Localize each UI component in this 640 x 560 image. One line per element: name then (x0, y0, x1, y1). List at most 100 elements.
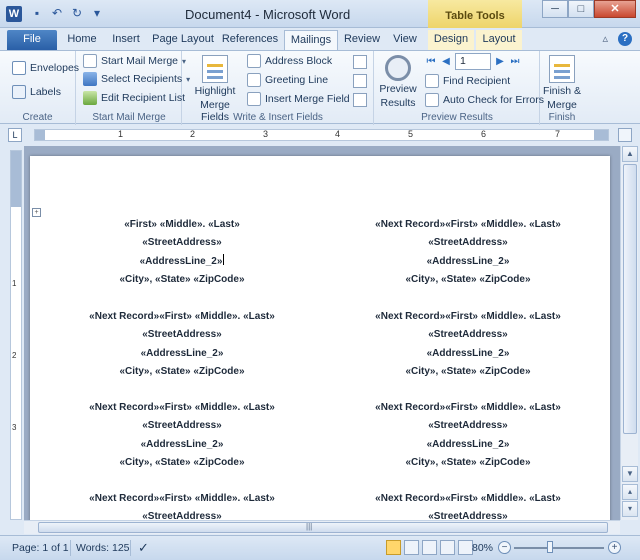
horizontal-scrollbar[interactable]: ||| (24, 520, 620, 534)
ruler-bar[interactable]: 1 2 3 4 5 6 7 (34, 129, 609, 141)
zoom-slider-thumb[interactable] (547, 541, 553, 553)
vertical-scroll-thumb[interactable] (623, 164, 637, 434)
next-page-icon[interactable]: ▾ (622, 501, 638, 517)
ruler-number: 2 (190, 129, 196, 139)
previous-page-icon[interactable]: ▴ (622, 484, 638, 500)
preview-results-button[interactable]: Preview Results (378, 55, 418, 109)
recipients-icon (83, 72, 97, 86)
document-page[interactable]: + «First» «Middle». «Last» «StreetAddres… (30, 156, 610, 520)
select-recipients-button[interactable]: Select Recipients ▾ (83, 72, 190, 86)
scroll-up-icon[interactable]: ▲ (622, 146, 638, 162)
tab-selector[interactable]: L (8, 128, 22, 142)
auto-check-errors-button[interactable]: Auto Check for Errors (425, 93, 544, 107)
address-block-button[interactable]: Address Block (247, 54, 332, 68)
draft-view-icon[interactable] (458, 540, 473, 555)
label-cell[interactable]: «Next Record»«First» «Middle». «Last» «S… (338, 490, 598, 520)
zoom-in-button[interactable]: + (608, 541, 621, 554)
zoom-level[interactable]: 80% (472, 542, 493, 554)
match-fields-icon[interactable] (353, 74, 367, 88)
vertical-ruler-number: 1 (12, 279, 17, 288)
first-record-icon[interactable]: ⏮ (425, 55, 437, 69)
word-app-icon[interactable]: W (6, 6, 22, 22)
redo-icon[interactable]: ↻ (70, 6, 84, 20)
tab-mailings[interactable]: Mailings (284, 30, 338, 50)
ruler-right-margin (594, 130, 608, 140)
label-cell[interactable]: «Next Record»«First» «Middle». «Last» «S… (338, 308, 598, 381)
document-area: + «First» «Middle». «Last» «StreetAddres… (24, 146, 620, 520)
finish-merge-icon (549, 55, 575, 83)
undo-icon[interactable]: ↶ (50, 6, 64, 20)
ribbon-right-icons: ▵ ? (602, 32, 632, 46)
close-button[interactable]: ✕ (594, 0, 636, 18)
vertical-ruler-number: 2 (12, 351, 17, 360)
full-screen-reading-view-icon[interactable] (404, 540, 419, 555)
group-start-mail-merge: Start Mail Merge ▾ Select Recipients ▾ E… (77, 51, 190, 125)
tab-design[interactable]: Design (428, 30, 474, 50)
last-record-icon[interactable]: ⏭ (509, 55, 521, 69)
greeting-line-button[interactable]: Greeting Line (247, 73, 328, 87)
word-count[interactable]: Words: 125 (76, 542, 130, 554)
horizontal-ruler: L 1 2 3 4 5 6 7 (0, 125, 640, 145)
tab-references[interactable]: References (220, 30, 280, 50)
insert-merge-field-button[interactable]: Insert Merge Field ▾ (247, 92, 358, 106)
table-move-handle-icon[interactable]: + (32, 208, 41, 217)
ruler-left-margin (35, 130, 45, 140)
quick-access-toolbar: ▪ ↶ ↻ ▾ (30, 6, 104, 20)
label-cell[interactable]: «Next Record»«First» «Middle». «Last» «S… (52, 490, 312, 520)
maximize-button[interactable]: □ (568, 0, 594, 18)
find-recipient-button[interactable]: Find Recipient (425, 74, 510, 88)
label-cell[interactable]: «First» «Middle». «Last» «StreetAddress»… (52, 216, 312, 289)
insert-field-icon (247, 92, 261, 106)
label-cell[interactable]: «Next Record»«First» «Middle». «Last» «S… (338, 399, 598, 472)
minimize-ribbon-icon[interactable]: ▵ (602, 32, 608, 46)
ruler-number: 6 (481, 129, 487, 139)
start-mail-merge-button[interactable]: Start Mail Merge ▾ (83, 54, 186, 68)
page-count[interactable]: Page: 1 of 1 (12, 542, 69, 554)
scroll-grip-icon: ||| (306, 522, 313, 531)
record-number-field[interactable]: 1 (455, 53, 491, 70)
tab-view[interactable]: View (386, 30, 424, 50)
tab-insert[interactable]: Insert (106, 30, 146, 50)
edit-recipient-list-button[interactable]: Edit Recipient List (83, 91, 185, 105)
ruler-number: 1 (118, 129, 124, 139)
tab-file[interactable]: File (7, 30, 57, 50)
tab-page-layout[interactable]: Page Layout (150, 30, 216, 50)
next-record-icon[interactable]: ▶ (494, 55, 506, 69)
rules-icon[interactable] (353, 55, 367, 69)
scroll-down-icon[interactable]: ▼ (622, 466, 638, 482)
update-labels-icon[interactable] (353, 93, 367, 107)
previous-record-icon[interactable]: ◀ (440, 55, 452, 69)
minimize-button[interactable]: ─ (542, 0, 568, 18)
greeting-line-icon (247, 73, 261, 87)
label-cell[interactable]: «Next Record»«First» «Middle». «Last» «S… (52, 308, 312, 381)
tab-home[interactable]: Home (62, 30, 102, 50)
horizontal-scroll-thumb[interactable] (38, 522, 608, 533)
table-tools-group: Table Tools (428, 0, 522, 28)
status-divider (130, 540, 131, 556)
text-cursor (223, 253, 225, 265)
print-layout-view-icon[interactable] (386, 540, 401, 555)
save-icon[interactable]: ▪ (30, 6, 44, 20)
labels-button[interactable]: Labels (12, 85, 61, 99)
edit-list-icon (83, 91, 97, 105)
help-icon[interactable]: ? (618, 32, 632, 46)
tab-review[interactable]: Review (342, 30, 382, 50)
web-layout-view-icon[interactable] (422, 540, 437, 555)
view-ruler-button[interactable] (618, 128, 632, 142)
vertical-scrollbar[interactable]: ▲ ▼ ▴ ▾ (620, 146, 638, 520)
customize-toolbar-icon[interactable]: ▾ (90, 6, 104, 20)
label-cell[interactable]: «Next Record»«First» «Middle». «Last» «S… (338, 216, 598, 289)
group-label-write-insert-fields: Write & Insert Fields (233, 112, 323, 123)
highlight-icon (202, 55, 228, 83)
address-block-icon (247, 54, 261, 68)
envelopes-button[interactable]: Envelopes (12, 61, 79, 75)
find-recipient-icon (425, 74, 439, 88)
tab-layout[interactable]: Layout (476, 30, 522, 50)
zoom-out-button[interactable]: − (498, 541, 511, 554)
finish-merge-button[interactable]: Finish & Merge (541, 55, 583, 111)
label-cell[interactable]: «Next Record»«First» «Middle». «Last» «S… (52, 399, 312, 472)
zoom-slider[interactable] (514, 547, 604, 549)
proofing-icon[interactable]: ✓ (138, 540, 149, 556)
ribbon: Envelopes Labels Create Start Mail Merge… (0, 50, 640, 125)
outline-view-icon[interactable] (440, 540, 455, 555)
